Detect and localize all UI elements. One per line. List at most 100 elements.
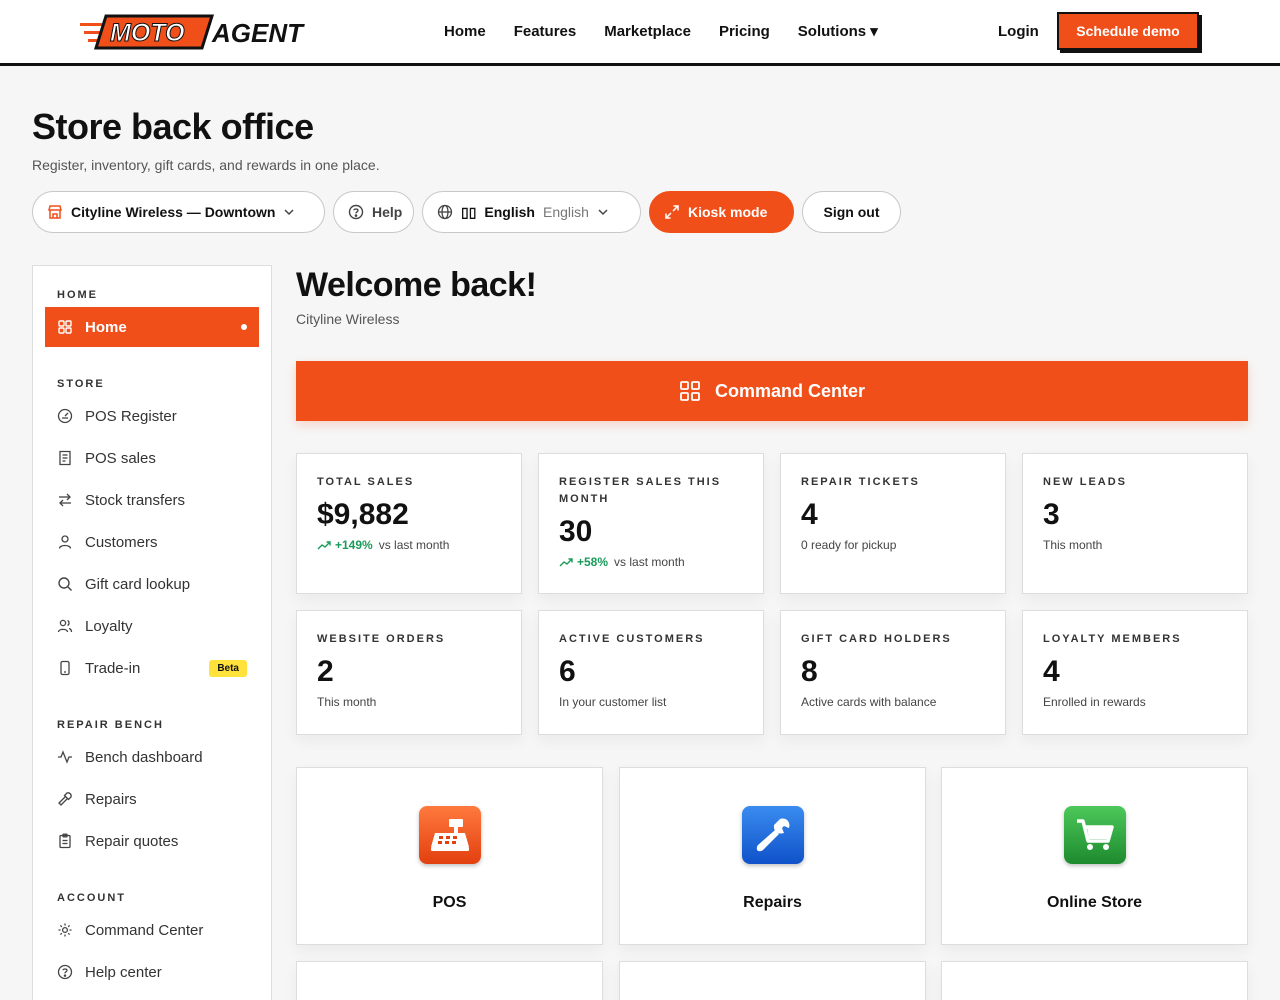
svg-text:MOTO: MOTO [110, 19, 185, 47]
stat-card-new-leads[interactable]: New leads 3 This month [1022, 453, 1248, 594]
trend-up-icon [317, 541, 331, 550]
nav-solutions[interactable]: Solutions ▾ [798, 22, 878, 42]
app-name: POS [432, 894, 467, 911]
nav-home[interactable]: Home [444, 22, 486, 42]
sidebar-item-label: POS sales [85, 449, 156, 467]
app-card-partial[interactable] [296, 961, 603, 1000]
sidebar-item-pos-register[interactable]: POS Register [45, 396, 259, 436]
sidebar-section-repair-bench: REPAIR BENCH [57, 719, 164, 731]
globe-icon [437, 204, 453, 220]
app-card-partial[interactable] [941, 961, 1248, 1000]
sidebar-item-loyalty[interactable]: Loyalty [45, 606, 259, 646]
stat-label: Repair tickets [801, 476, 920, 488]
grid-icon [680, 381, 700, 401]
sidebar-item-bench-dashboard[interactable]: Bench dashboard [45, 737, 259, 777]
stat-label: Loyalty members [1043, 633, 1182, 645]
stat-change: +149% [317, 537, 373, 553]
page-title: Store back office [32, 106, 314, 147]
stat-card-register-sales[interactable]: Register sales this month 30 +58% vs las… [538, 453, 764, 594]
stat-card-gift-card-holders[interactable]: Gift card holders 8 Active cards with ba… [780, 610, 1006, 735]
stat-note: Enrolled in rewards [1043, 695, 1146, 709]
stat-value: 8 [801, 655, 818, 688]
command-center-button[interactable]: Command Center [296, 361, 1248, 421]
stat-note: Active cards with balance [801, 695, 937, 709]
nav-features[interactable]: Features [514, 22, 577, 42]
trend-up-icon [559, 558, 573, 567]
expand-icon [665, 205, 679, 219]
sidebar-section-store: STORE [57, 378, 105, 390]
sidebar-item-repairs[interactable]: Repairs [45, 779, 259, 819]
login-link[interactable]: Login [998, 22, 1039, 42]
stat-note: In your customer list [559, 695, 667, 709]
phone-icon [57, 660, 73, 676]
sidebar-item-label: Home [85, 318, 127, 336]
store-selector[interactable]: Cityline Wireless — Downtown [32, 191, 325, 233]
activity-icon [57, 749, 73, 765]
sidebar-item-label: Repair quotes [85, 832, 179, 850]
stat-note-text: vs last month [378, 538, 450, 552]
language-selector[interactable]: ▯▯ English English [422, 191, 641, 233]
language-native: English [542, 204, 589, 220]
app-card-online-store[interactable]: Online Store [941, 767, 1248, 945]
beta-badge: Beta [209, 659, 247, 677]
language-name: English [484, 204, 535, 220]
stat-label: Register sales this month [559, 476, 722, 505]
stat-change: +58% [559, 554, 608, 570]
stat-value: 4 [801, 498, 818, 531]
sidebar-item-stock-transfers[interactable]: Stock transfers [45, 480, 259, 520]
sidebar-item-trade-in[interactable]: Trade-in Beta [45, 648, 259, 688]
wrench-icon [741, 806, 804, 864]
stat-card-active-customers[interactable]: Active customers 6 In your customer list [538, 610, 764, 735]
sign-out-button[interactable]: Sign out [802, 191, 901, 233]
stat-card-total-sales[interactable]: Total sales $9,882 +149% vs last month [296, 453, 522, 594]
language-flag: ▯▯ [461, 203, 477, 220]
sidebar-item-label: Loyalty [85, 617, 133, 635]
sidebar-item-label: Trade-in [85, 659, 141, 677]
stat-note: +58% vs last month [559, 554, 743, 570]
stat-label: New leads [1043, 476, 1127, 488]
stat-card-website-orders[interactable]: Website orders 2 This month [296, 610, 522, 735]
stat-note: 0 ready for pickup [801, 538, 897, 552]
sidebar-item-repair-quotes[interactable]: Repair quotes [45, 821, 259, 861]
sidebar-item-command-center[interactable]: Command Center [45, 910, 259, 950]
sidebar-item-label: Customers [85, 533, 158, 551]
sidebar-item-label: POS Register [85, 407, 177, 425]
clipboard-icon [57, 833, 73, 849]
svg-text:AGENT: AGENT [211, 18, 305, 48]
chevron-down-icon [284, 209, 294, 216]
app-card-partial[interactable] [619, 961, 926, 1000]
app-name: Online Store [1046, 894, 1143, 911]
sidebar-section-account: ACCOUNT [57, 892, 126, 904]
stat-value: 3 [1043, 498, 1060, 531]
stat-label: Active customers [559, 633, 705, 645]
sidebar-item-pos-sales[interactable]: POS sales [45, 438, 259, 478]
stat-value: 4 [1043, 655, 1060, 688]
stat-change-value: +149% [335, 538, 373, 552]
receipt-icon [57, 450, 73, 466]
nav-pricing[interactable]: Pricing [719, 22, 770, 42]
help-icon [57, 964, 73, 980]
shopping-cart-icon [1063, 806, 1126, 864]
top-nav: MOTO AGENT Home Features Marketplace Pri… [0, 0, 1280, 66]
sidebar-item-home[interactable]: Home [45, 307, 259, 347]
store-icon [48, 205, 62, 219]
users-icon [57, 618, 73, 634]
kiosk-mode-button[interactable]: Kiosk mode [649, 191, 794, 233]
app-card-repairs[interactable]: Repairs [619, 767, 926, 945]
kiosk-label: Kiosk mode [688, 204, 768, 220]
motoagent-logo[interactable]: MOTO AGENT [80, 12, 324, 52]
sidebar-item-label: Gift card lookup [85, 575, 191, 593]
help-button[interactable]: Help [333, 191, 414, 233]
sidebar-item-gift-card-lookup[interactable]: Gift card lookup [45, 564, 259, 604]
sidebar-item-customers[interactable]: Customers [45, 522, 259, 562]
nav-marketplace[interactable]: Marketplace [604, 22, 691, 42]
app-card-pos[interactable]: POS [296, 767, 603, 945]
stat-label: Gift card holders [801, 633, 952, 645]
schedule-demo-button[interactable]: Schedule demo [1057, 12, 1199, 50]
welcome-heading: Welcome back! [296, 266, 537, 304]
stat-card-loyalty-members[interactable]: Loyalty members 4 Enrolled in rewards [1022, 610, 1248, 735]
wrench-icon [57, 791, 73, 807]
sidebar-item-help-center[interactable]: Help center [45, 952, 259, 992]
stat-value: 30 [559, 515, 593, 548]
stat-card-repair-tickets[interactable]: Repair tickets 4 0 ready for pickup [780, 453, 1006, 594]
